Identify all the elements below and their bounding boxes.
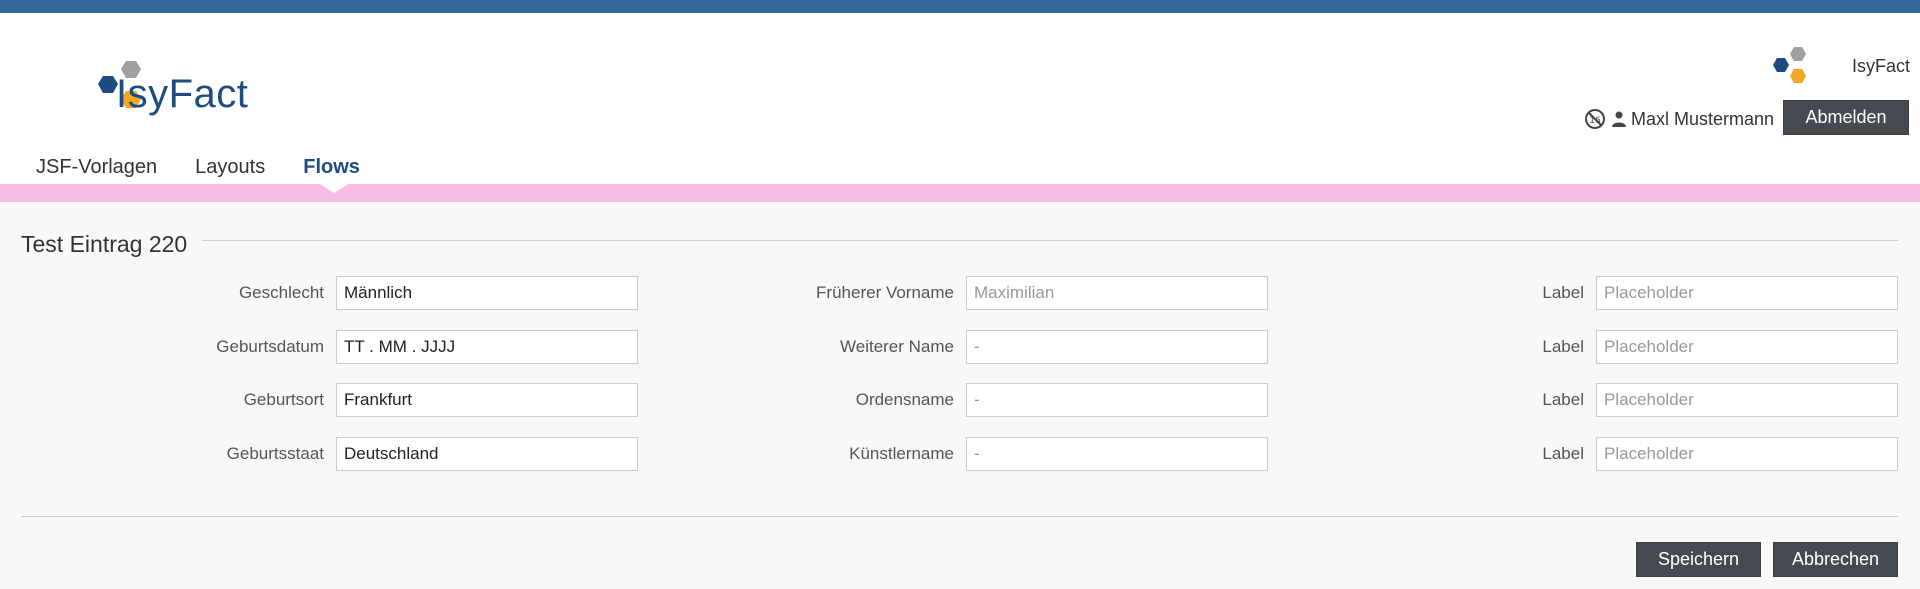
nav-accent-band: [0, 184, 1920, 202]
ordensname-field[interactable]: -: [966, 383, 1268, 417]
geschlecht-field[interactable]: Männlich: [336, 276, 638, 310]
label-geburtsort: Geburtsort: [243, 390, 324, 409]
cancel-button[interactable]: Abbrechen: [1773, 542, 1898, 577]
save-button[interactable]: Speichern: [1636, 542, 1761, 577]
label-col3-2: Label: [1542, 337, 1584, 356]
label-geburtsdatum: Geburtsdatum: [216, 337, 324, 356]
section-divider: [202, 240, 1898, 241]
label-ordensname: Ordensname: [855, 390, 954, 409]
svg-text:16: 16: [1589, 116, 1601, 126]
brand-name-right: IsyFact: [1852, 56, 1911, 76]
nav-item-layouts[interactable]: Layouts: [195, 156, 265, 180]
ban-icon: 16: [1585, 109, 1605, 129]
label-kuenstlername: Künstlername: [849, 444, 954, 463]
isyfact-small-logo-icon: [1773, 47, 1806, 83]
section-title: Test Eintrag 220: [21, 231, 188, 257]
col3-field-3[interactable]: Placeholder: [1596, 383, 1898, 417]
main-navigation: JSF-Vorlagen Layouts Flows: [36, 156, 398, 180]
col3-field-4[interactable]: Placeholder: [1596, 437, 1898, 471]
form-footer-divider: [21, 516, 1898, 517]
geburtsdatum-field[interactable]: TT . MM . JJJJ: [336, 330, 638, 364]
logout-button[interactable]: Abmelden: [1783, 100, 1909, 135]
label-col3-3: Label: [1542, 390, 1584, 409]
label-col3-1: Label: [1542, 283, 1584, 302]
col3-field-1[interactable]: Placeholder: [1596, 276, 1898, 310]
label-geburtsstaat: Geburtsstaat: [226, 444, 324, 463]
col3-field-2[interactable]: Placeholder: [1596, 330, 1898, 364]
frueherer-vorname-field[interactable]: Maximilian: [966, 276, 1268, 310]
label-geschlecht: Geschlecht: [238, 283, 324, 302]
weiterer-name-field[interactable]: -: [966, 330, 1268, 364]
label-frueherer-vorname: Früherer Vorname: [816, 283, 954, 302]
top-accent-bar: [0, 0, 1920, 13]
label-weiterer-name: Weiterer Name: [840, 337, 954, 356]
user-info: 16 Maxl Mustermann: [1584, 106, 1774, 132]
active-nav-indicator: [320, 184, 348, 193]
nav-item-jsf-vorlagen[interactable]: JSF-Vorlagen: [36, 156, 157, 180]
nav-item-flows[interactable]: Flows: [303, 156, 360, 180]
geburtsstaat-field[interactable]: Deutschland: [336, 437, 638, 471]
logo-wordmark: IsyFact: [116, 72, 249, 116]
user-icon: [1612, 111, 1626, 127]
kuenstlername-field[interactable]: -: [966, 437, 1268, 471]
user-name: Maxl Mustermann: [1631, 108, 1775, 129]
geburtsort-field[interactable]: Frankfurt: [336, 383, 638, 417]
label-col3-4: Label: [1542, 444, 1584, 463]
